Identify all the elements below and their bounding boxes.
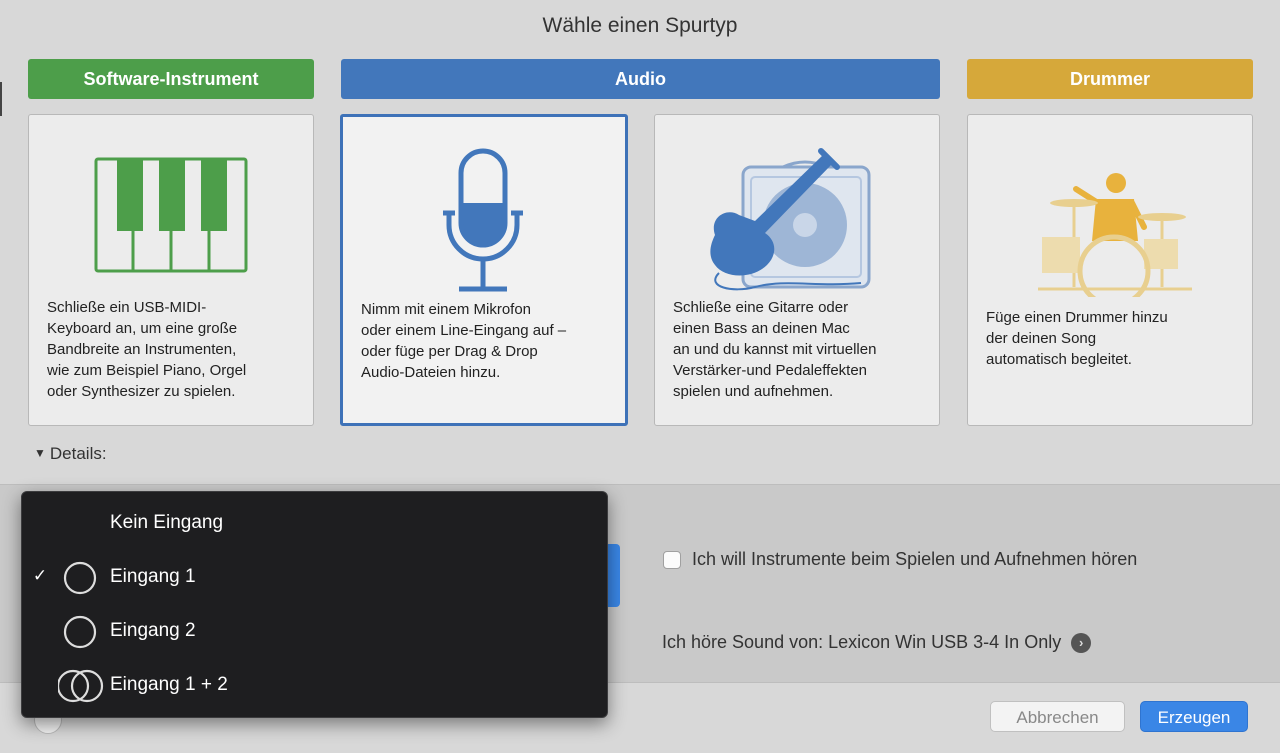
create-button[interactable]: Erzeugen bbox=[1140, 701, 1248, 732]
dialog-title: Wähle einen Spurtyp bbox=[542, 14, 738, 37]
checkmark-icon: ✓ bbox=[32, 566, 48, 585]
header-audio[interactable]: Audio bbox=[341, 59, 940, 99]
cancel-button[interactable]: Abbrechen bbox=[990, 701, 1125, 732]
window-edge bbox=[0, 82, 2, 116]
card-description: Nimm mit einem Mikrofon oder einem Line-… bbox=[361, 301, 567, 381]
input-dropdown-menu: Kein Eingang ✓ Eingang 1 Eingang 2 Einga… bbox=[21, 491, 608, 718]
guitar-amp-icon bbox=[655, 137, 939, 291]
menu-item-label: Eingang 2 bbox=[110, 620, 196, 641]
menu-item-input-1-2[interactable]: Eingang 1 + 2 bbox=[22, 659, 607, 713]
card-software-instrument[interactable]: Schließe ein USB-MIDI- Keyboard an, um e… bbox=[28, 114, 314, 426]
monitor-checkbox[interactable] bbox=[663, 550, 681, 569]
menu-item-label: Eingang 1 bbox=[110, 566, 196, 587]
menu-item-input-1[interactable]: ✓ Eingang 1 bbox=[22, 551, 607, 605]
card-audio[interactable]: Nimm mit einem Mikrofon oder einem Line-… bbox=[340, 114, 628, 426]
header-software-instrument[interactable]: Software-Instrument bbox=[28, 59, 314, 99]
microphone-icon bbox=[343, 139, 625, 292]
menu-item-input-2[interactable]: Eingang 2 bbox=[22, 605, 607, 659]
piano-keyboard-icon bbox=[29, 137, 313, 287]
menu-item-no-input[interactable]: Kein Eingang bbox=[22, 497, 607, 551]
card-guitar[interactable]: Schließe eine Gitarre oder einen Bass an… bbox=[654, 114, 940, 426]
card-drummer[interactable]: Füge einen Drummer hinzu der deinen Song… bbox=[967, 114, 1253, 426]
card-description: Schließe eine Gitarre oder einen Bass an… bbox=[673, 299, 877, 400]
output-info: Ich höre Sound von: Lexicon Win USB 3-4 … bbox=[662, 632, 1092, 653]
header-drummer[interactable]: Drummer bbox=[967, 59, 1253, 99]
stereo-circles-icon bbox=[56, 669, 106, 703]
mono-circle-icon bbox=[58, 615, 106, 649]
drummer-icon bbox=[968, 137, 1252, 308]
monitor-option[interactable]: Ich will Instrumente beim Spielen und Au… bbox=[663, 549, 1137, 570]
chevron-right-icon[interactable]: › bbox=[1071, 632, 1092, 653]
output-text: Ich höre Sound von: Lexicon Win USB 3-4 … bbox=[662, 632, 1062, 652]
card-description: Schließe ein USB-MIDI- Keyboard an, um e… bbox=[47, 299, 247, 400]
menu-item-label: Eingang 1 + 2 bbox=[110, 674, 228, 695]
disclosure-triangle-icon[interactable]: ▼ bbox=[34, 446, 46, 460]
details-disclosure[interactable]: ▼ Details: bbox=[34, 444, 107, 464]
details-label: Details: bbox=[49, 444, 107, 463]
card-description: Füge einen Drummer hinzu der deinen Song… bbox=[986, 309, 1168, 368]
menu-item-label: Kein Eingang bbox=[110, 512, 224, 533]
monitor-checkbox-label: Ich will Instrumente beim Spielen und Au… bbox=[692, 549, 1138, 569]
mono-circle-icon bbox=[58, 561, 106, 595]
